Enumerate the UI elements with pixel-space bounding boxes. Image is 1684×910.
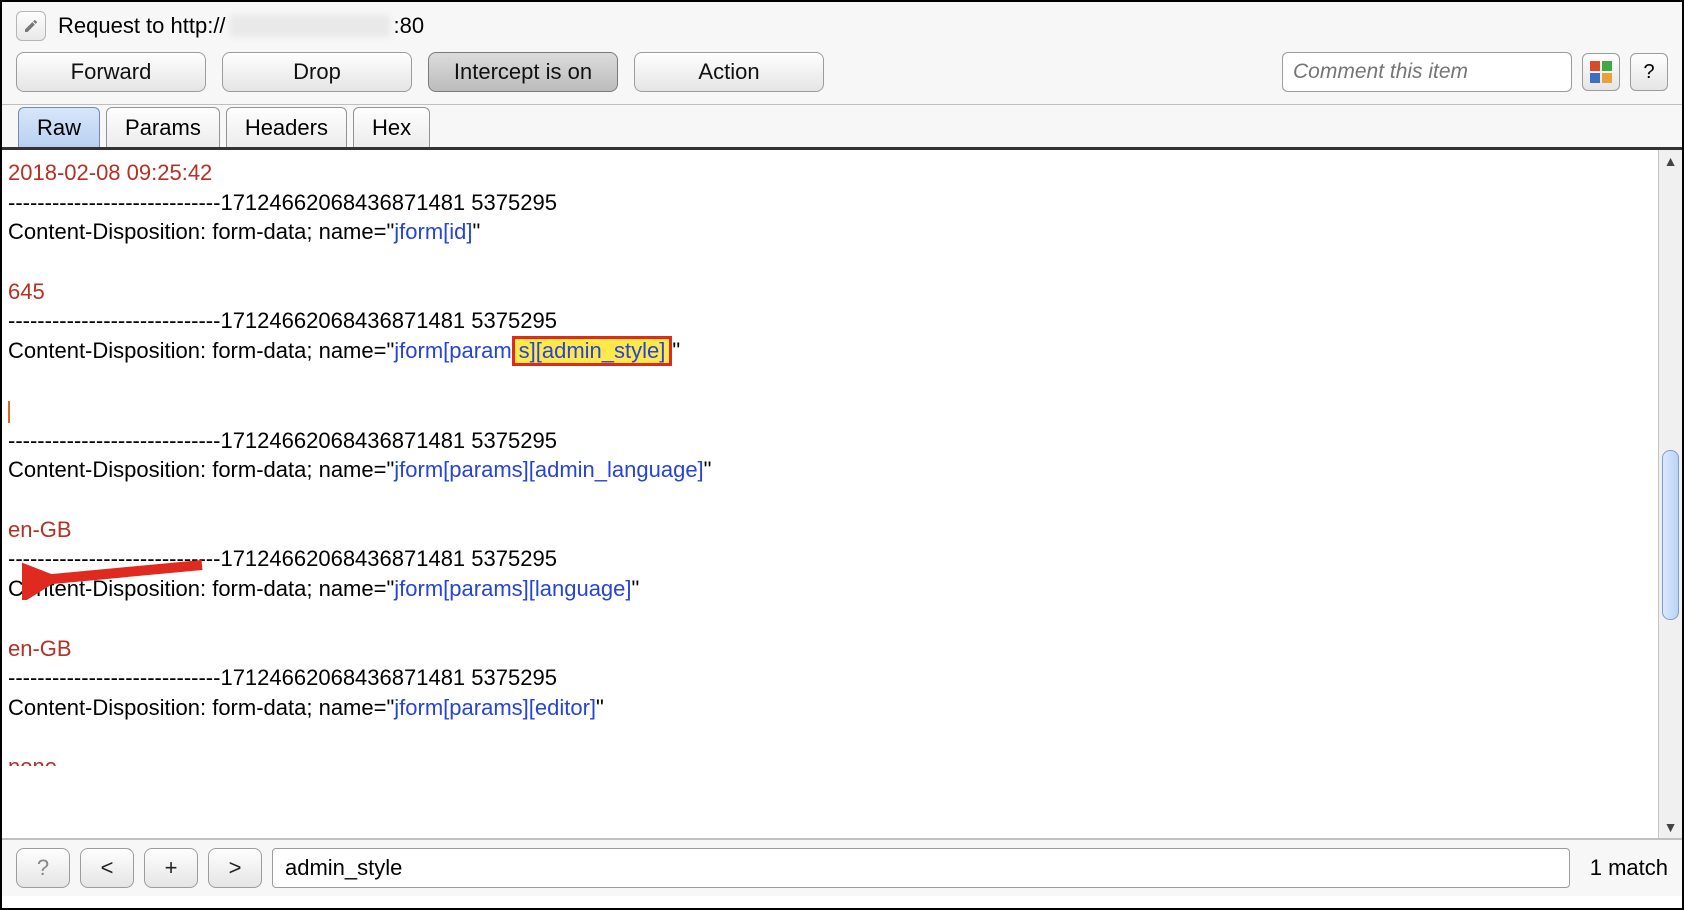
- help-button[interactable]: ?: [1630, 53, 1668, 91]
- field-language-value: en-GB: [8, 636, 72, 661]
- text-caret: [8, 401, 10, 423]
- action-buttons-row: Forward Drop Intercept is on Action ?: [16, 52, 1668, 92]
- cd-line-editor: Content-Disposition: form-data; name="jf…: [8, 693, 1652, 723]
- search-match-count: 1 match: [1580, 855, 1668, 881]
- search-highlight: s][admin_style]: [512, 336, 673, 366]
- scroll-down-icon[interactable]: ▼: [1659, 816, 1682, 838]
- request-title: Request to http:// :80: [58, 13, 424, 39]
- vertical-scrollbar[interactable]: ▲ ▼: [1658, 150, 1682, 838]
- search-prev-button[interactable]: <: [80, 848, 134, 888]
- raw-request-body[interactable]: 2018-02-08 09:25:42 --------------------…: [2, 150, 1658, 838]
- title-row: Request to http:// :80: [16, 10, 1668, 42]
- search-help-button[interactable]: ?: [16, 848, 70, 888]
- tab-headers[interactable]: Headers: [226, 107, 347, 147]
- forward-button[interactable]: Forward: [16, 52, 206, 92]
- search-bar: ? < + > 1 match: [2, 838, 1682, 896]
- comment-input[interactable]: [1282, 52, 1572, 92]
- tab-hex[interactable]: Hex: [353, 107, 430, 147]
- view-tabs: Raw Params Headers Hex: [2, 105, 1682, 147]
- scroll-up-icon[interactable]: ▲: [1659, 150, 1682, 172]
- title-suffix: :80: [394, 13, 425, 39]
- boundary-line: -----------------------------17124662068…: [8, 306, 1652, 336]
- boundary-line: -----------------------------17124662068…: [8, 663, 1652, 693]
- top-toolbar: Request to http:// :80 Forward Drop Inte…: [2, 2, 1682, 105]
- boundary-line: -----------------------------17124662068…: [8, 544, 1652, 574]
- pencil-icon: [23, 18, 39, 34]
- color-grid-icon: [1590, 61, 1612, 83]
- cd-line-language: Content-Disposition: form-data; name="jf…: [8, 574, 1652, 604]
- scroll-thumb[interactable]: [1662, 450, 1679, 620]
- field-admin-language-value: en-GB: [8, 517, 72, 542]
- action-button[interactable]: Action: [634, 52, 824, 92]
- title-prefix: Request to http://: [58, 13, 226, 39]
- field-id-value: 645: [8, 279, 45, 304]
- tab-raw[interactable]: Raw: [18, 107, 100, 147]
- intercept-toggle-button[interactable]: Intercept is on: [428, 52, 618, 92]
- search-add-button[interactable]: +: [144, 848, 198, 888]
- search-input[interactable]: [272, 848, 1570, 888]
- boundary-line: -----------------------------17124662068…: [8, 426, 1652, 456]
- tab-params[interactable]: Params: [106, 107, 220, 147]
- drop-button[interactable]: Drop: [222, 52, 412, 92]
- cd-line-admin-style: Content-Disposition: form-data; name="jf…: [8, 336, 1652, 366]
- cd-line-admin-language: Content-Disposition: form-data; name="jf…: [8, 455, 1652, 485]
- burp-proxy-window: Request to http:// :80 Forward Drop Inte…: [0, 0, 1684, 910]
- field-editor-value-cut: none: [8, 754, 57, 766]
- timestamp-value: 2018-02-08 09:25:42: [8, 160, 212, 185]
- edit-request-button[interactable]: [16, 11, 46, 41]
- cd-line-id: Content-Disposition: form-data; name="jf…: [8, 217, 1652, 247]
- boundary-line: -----------------------------17124662068…: [8, 188, 1652, 218]
- highlight-color-button[interactable]: [1582, 53, 1620, 91]
- content-area: 2018-02-08 09:25:42 --------------------…: [2, 150, 1682, 838]
- right-tools: ?: [1282, 52, 1668, 92]
- redacted-host: [230, 15, 390, 37]
- search-next-button[interactable]: >: [208, 848, 262, 888]
